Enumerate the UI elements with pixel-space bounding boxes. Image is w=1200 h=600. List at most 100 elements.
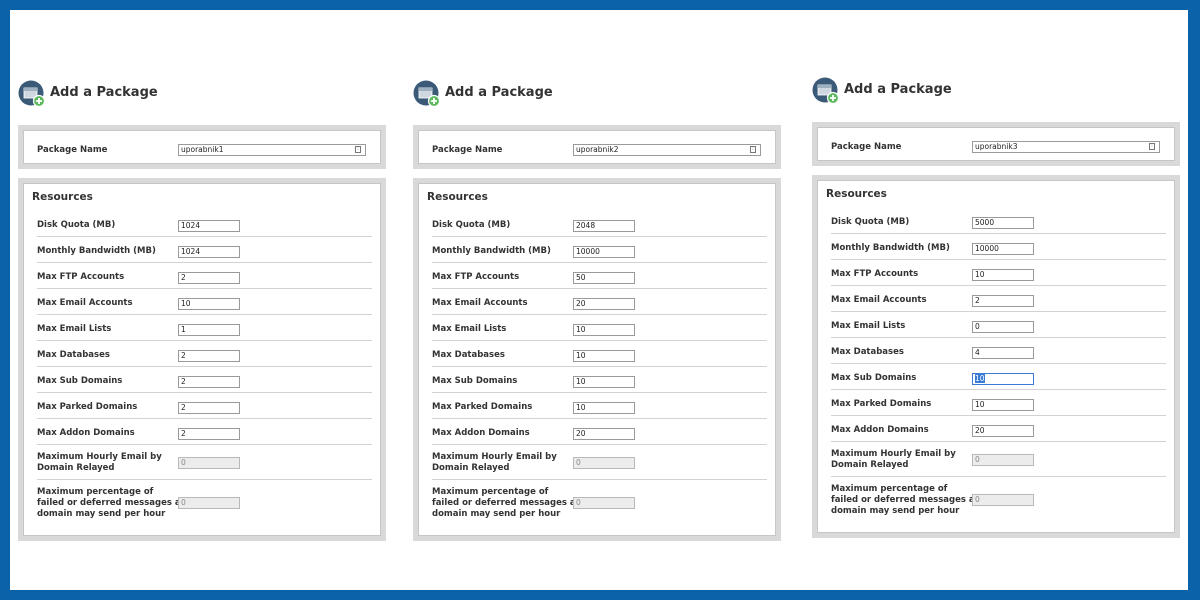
resources-title: Resources — [427, 191, 488, 203]
max-email-lists-label: Max Email Lists — [432, 324, 507, 334]
resources-section: Resources Disk Quota (MB) 5000 Monthly B… — [812, 175, 1180, 538]
package-name-section: Package Name uporabnik1 : — [18, 125, 386, 169]
divider — [37, 262, 372, 263]
package-name-input[interactable]: uporabnik2 : — [573, 144, 761, 156]
max-databases-label: Max Databases — [37, 350, 110, 360]
divider — [37, 236, 372, 237]
divider — [37, 392, 372, 393]
resources-section: Resources Disk Quota (MB) 1024 Monthly B… — [18, 178, 386, 541]
divider — [432, 236, 767, 237]
divider — [37, 418, 372, 419]
max-ftp-accounts-input[interactable]: 2 — [178, 272, 240, 284]
max-hourly-email-input[interactable]: 0 — [972, 454, 1034, 466]
max-hourly-email-label: Maximum Hourly Email by Domain Relayed — [432, 452, 557, 473]
package-name-input[interactable]: uporabnik1 : — [178, 144, 366, 156]
keyboard-icon[interactable]: : — [355, 146, 361, 153]
resources-title: Resources — [32, 191, 93, 203]
keyboard-icon[interactable]: : — [1149, 143, 1155, 150]
panel-header: Add a Package — [18, 80, 388, 110]
max-ftp-accounts-input[interactable]: 10 — [972, 269, 1034, 281]
max-databases-input[interactable]: 2 — [178, 350, 240, 362]
monthly-bandwidth-label: Monthly Bandwidth (MB) — [432, 246, 551, 256]
page-title: Add a Package — [844, 82, 952, 97]
max-failed-percentage-label: Maximum percentage of failed or deferred… — [432, 487, 576, 519]
monthly-bandwidth-input[interactable]: 10000 — [972, 243, 1034, 255]
package-name-label: Package Name — [831, 142, 902, 152]
max-parked-domains-input[interactable]: 10 — [972, 399, 1034, 411]
max-databases-input[interactable]: 4 — [972, 347, 1034, 359]
divider — [831, 259, 1166, 260]
max-addon-domains-input[interactable]: 20 — [573, 428, 635, 440]
max-addon-domains-input[interactable]: 2 — [178, 428, 240, 440]
max-failed-percentage-input[interactable]: 0 — [178, 497, 240, 509]
monthly-bandwidth-input[interactable]: 10000 — [573, 246, 635, 258]
panel-header: Add a Package — [812, 77, 1182, 107]
max-email-accounts-input[interactable]: 2 — [972, 295, 1034, 307]
max-sub-domains-input[interactable]: 10 — [972, 373, 1034, 385]
package-name-section: Package Name uporabnik2 : — [413, 125, 781, 169]
divider — [831, 389, 1166, 390]
max-parked-domains-label: Max Parked Domains — [37, 402, 138, 412]
disk-quota-input[interactable]: 5000 — [972, 217, 1034, 229]
package-add-icon — [413, 80, 441, 108]
max-databases-input[interactable]: 10 — [573, 350, 635, 362]
max-hourly-email-input[interactable]: 0 — [573, 457, 635, 469]
monthly-bandwidth-label: Monthly Bandwidth (MB) — [37, 246, 156, 256]
max-sub-domains-input[interactable]: 10 — [573, 376, 635, 388]
max-email-accounts-label: Max Email Accounts — [37, 298, 133, 308]
max-email-lists-input[interactable]: 10 — [573, 324, 635, 336]
max-ftp-accounts-label: Max FTP Accounts — [37, 272, 125, 282]
package-name-label: Package Name — [37, 145, 108, 155]
max-addon-domains-input[interactable]: 20 — [972, 425, 1034, 437]
max-hourly-email-input[interactable]: 0 — [178, 457, 240, 469]
max-sub-domains-label: Max Sub Domains — [37, 376, 123, 386]
max-parked-domains-label: Max Parked Domains — [831, 399, 932, 409]
max-databases-label: Max Databases — [432, 350, 505, 360]
divider — [432, 262, 767, 263]
disk-quota-label: Disk Quota (MB) — [37, 220, 116, 230]
max-parked-domains-input[interactable]: 10 — [573, 402, 635, 414]
max-ftp-accounts-label: Max FTP Accounts — [432, 272, 520, 282]
divider — [37, 288, 372, 289]
divider — [831, 285, 1166, 286]
divider — [432, 340, 767, 341]
max-failed-percentage-input[interactable]: 0 — [573, 497, 635, 509]
max-addon-domains-label: Max Addon Domains — [37, 428, 135, 438]
divider — [831, 311, 1166, 312]
max-databases-label: Max Databases — [831, 347, 904, 357]
divider — [37, 366, 372, 367]
max-failed-percentage-input[interactable]: 0 — [972, 494, 1034, 506]
resources-section: Resources Disk Quota (MB) 2048 Monthly B… — [413, 178, 781, 541]
max-email-accounts-input[interactable]: 20 — [573, 298, 635, 310]
max-failed-percentage-label: Maximum percentage of failed or deferred… — [37, 487, 181, 519]
max-email-lists-input[interactable]: 1 — [178, 324, 240, 336]
max-parked-domains-input[interactable]: 2 — [178, 402, 240, 414]
disk-quota-label: Disk Quota (MB) — [432, 220, 511, 230]
max-addon-domains-label: Max Addon Domains — [432, 428, 530, 438]
max-sub-domains-input[interactable]: 2 — [178, 376, 240, 388]
divider — [37, 479, 372, 480]
package-add-icon — [18, 80, 46, 108]
divider — [432, 314, 767, 315]
keyboard-icon[interactable]: : — [750, 146, 756, 153]
max-email-lists-label: Max Email Lists — [37, 324, 112, 334]
divider — [37, 314, 372, 315]
max-addon-domains-label: Max Addon Domains — [831, 425, 929, 435]
package-add-icon — [812, 77, 840, 105]
max-sub-domains-label: Max Sub Domains — [432, 376, 518, 386]
max-email-lists-input[interactable]: 0 — [972, 321, 1034, 333]
max-ftp-accounts-input[interactable]: 50 — [573, 272, 635, 284]
disk-quota-input[interactable]: 2048 — [573, 220, 635, 232]
package-name-input[interactable]: uporabnik3 : — [972, 141, 1160, 153]
divider — [831, 476, 1166, 477]
max-email-accounts-input[interactable]: 10 — [178, 298, 240, 310]
divider — [432, 418, 767, 419]
disk-quota-input[interactable]: 1024 — [178, 220, 240, 232]
divider — [432, 366, 767, 367]
page-title: Add a Package — [50, 85, 158, 100]
disk-quota-label: Disk Quota (MB) — [831, 217, 910, 227]
divider — [831, 337, 1166, 338]
monthly-bandwidth-input[interactable]: 1024 — [178, 246, 240, 258]
divider — [831, 415, 1166, 416]
max-hourly-email-label: Maximum Hourly Email by Domain Relayed — [37, 452, 162, 473]
